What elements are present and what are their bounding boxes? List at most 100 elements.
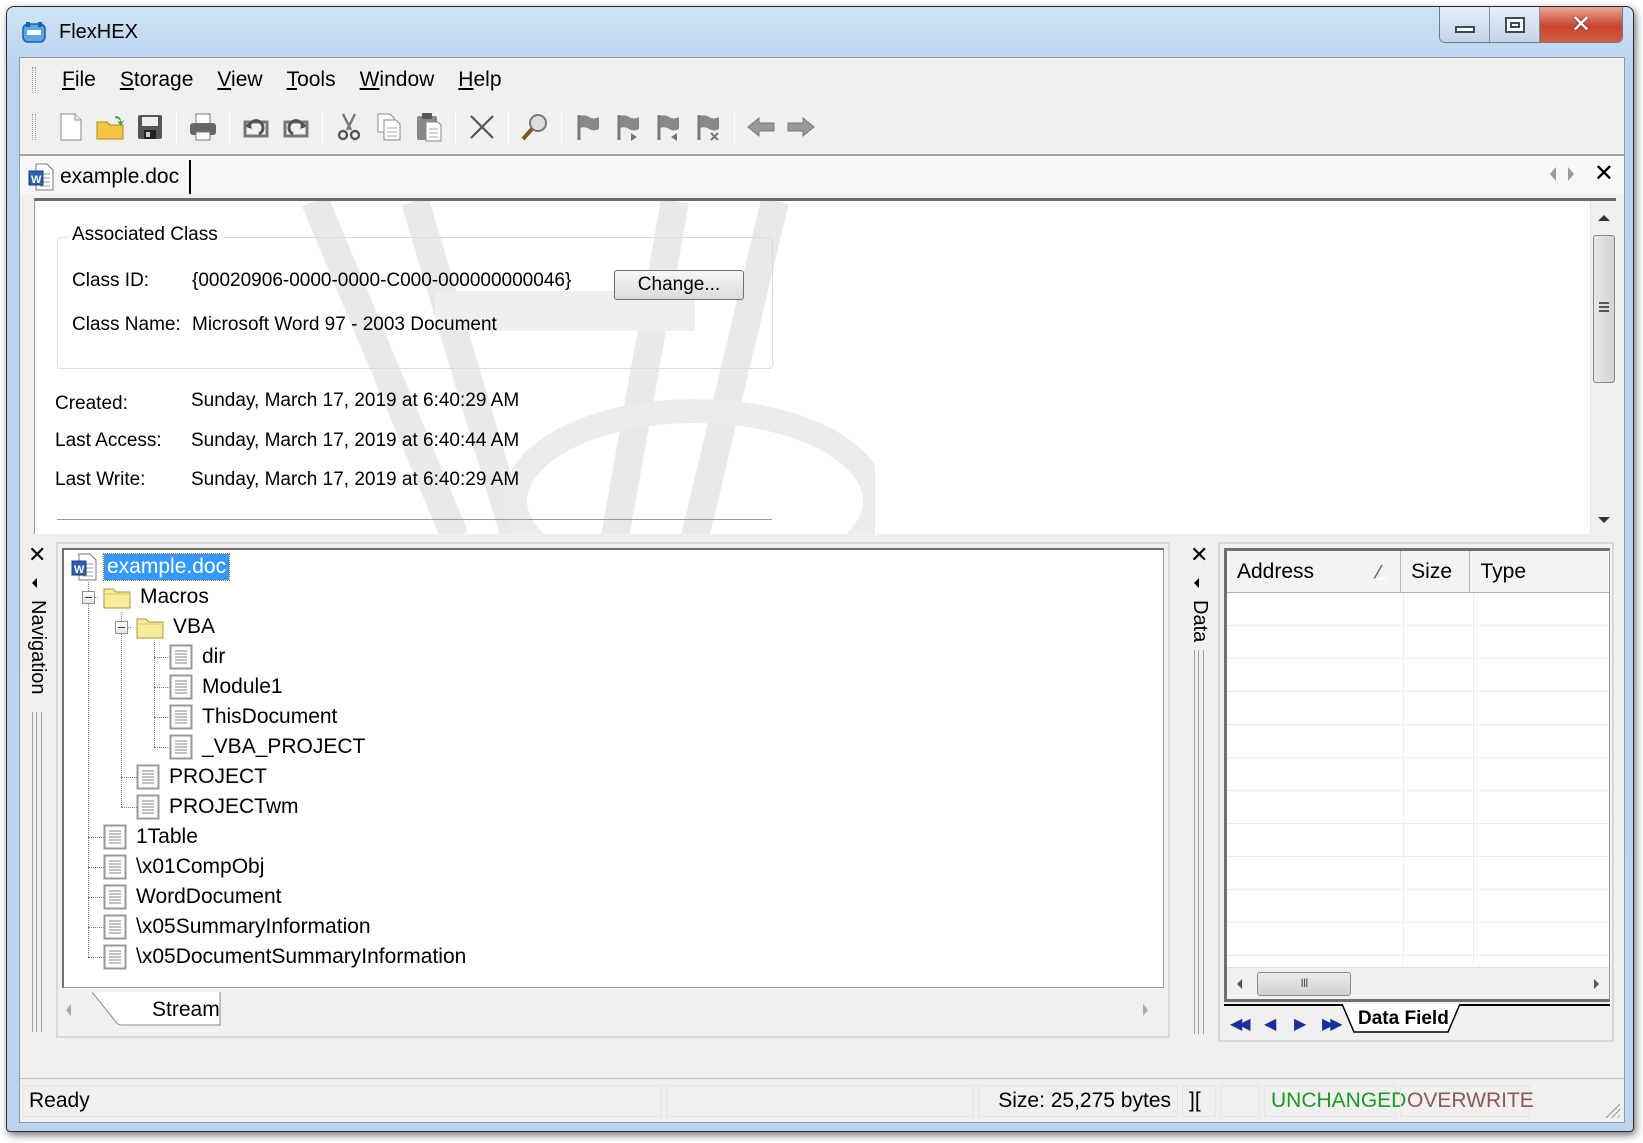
copy-button[interactable] <box>369 107 409 147</box>
tree-item[interactable]: PROJECT <box>136 762 270 792</box>
back-button[interactable] <box>741 107 781 147</box>
collapse-arrow-icon[interactable] <box>32 578 37 588</box>
cut-button[interactable] <box>329 107 369 147</box>
previous-tab-icon[interactable]: ◀ <box>1264 1014 1276 1034</box>
last-tab-icon[interactable]: ▶▶ <box>1322 1014 1343 1034</box>
tab-data-field[interactable]: Data Field <box>1358 1008 1449 1030</box>
panel-splitter[interactable] <box>32 712 42 1032</box>
change-class-button[interactable]: Change... <box>614 270 744 300</box>
menu-file[interactable]: File <box>50 68 108 92</box>
bookmark-prev-icon <box>657 115 679 141</box>
scroll-tabs-right-icon[interactable] <box>1567 167 1574 181</box>
grid-row[interactable] <box>1227 791 1609 824</box>
grid-row[interactable] <box>1227 593 1609 626</box>
tree-item[interactable]: _VBA_PROJECT <box>169 732 368 762</box>
grid-row[interactable] <box>1227 890 1609 923</box>
stream-icon <box>103 944 127 970</box>
storage-tree[interactable]: Wexample.doc Macros VBA dir Module1 ThisDocum… <box>62 548 1164 988</box>
column-header-address[interactable]: Address <box>1227 551 1402 593</box>
minimize-button[interactable] <box>1440 7 1490 42</box>
bookmark-next-button[interactable] <box>608 107 648 147</box>
scroll-left-icon[interactable] <box>1237 979 1242 989</box>
tab-navigation: ✕ <box>1549 162 1614 186</box>
save-button[interactable] <box>130 107 170 147</box>
close-document-button[interactable]: ✕ <box>1594 162 1614 186</box>
tree-item[interactable]: 1Table <box>103 822 201 852</box>
folder-icon <box>103 588 131 609</box>
scroll-tabs-left-icon[interactable] <box>1549 167 1556 181</box>
scroll-down-icon[interactable] <box>1598 517 1610 523</box>
tree-item[interactable]: VBA <box>136 612 218 642</box>
tree-item[interactable]: WordDocument <box>103 882 285 912</box>
status-edit-mode[interactable]: OVERWRITE <box>1400 1085 1534 1117</box>
grid-horizontal-scrollbar[interactable]: III <box>1227 967 1609 999</box>
maximize-button[interactable] <box>1490 7 1540 42</box>
undo-button[interactable] <box>236 107 276 147</box>
next-tab-icon[interactable]: ▶ <box>1294 1014 1306 1034</box>
bookmark-clear-button[interactable] <box>688 107 728 147</box>
grid-row[interactable] <box>1227 824 1609 857</box>
new-file-button[interactable] <box>50 107 90 147</box>
grid-row[interactable] <box>1227 692 1609 725</box>
tree-item[interactable]: Wexample.doc <box>70 552 231 582</box>
grid-row[interactable] <box>1227 626 1609 659</box>
tab-example-doc[interactable]: W example.doc <box>28 160 192 194</box>
close-data-panel-button[interactable]: ✕ <box>1190 544 1208 566</box>
close-navigation-button[interactable]: ✕ <box>28 544 46 566</box>
tree-item[interactable]: PROJECTwm <box>136 792 302 822</box>
tree-item[interactable]: \x05DocumentSummaryInformation <box>103 942 469 972</box>
tree-item[interactable]: Module1 <box>169 672 286 702</box>
menu-view[interactable]: View <box>205 68 274 92</box>
resize-grip-icon[interactable] <box>1602 1100 1620 1118</box>
menu-grip-icon[interactable] <box>32 67 36 93</box>
tab-scroll-right-icon[interactable] <box>1143 1004 1148 1016</box>
redo-button[interactable] <box>276 107 316 147</box>
tree-item[interactable]: Macros <box>103 582 212 612</box>
panel-splitter[interactable] <box>1194 650 1204 1034</box>
tree-item-label: dir <box>202 645 226 668</box>
tab-scroll-left-icon[interactable] <box>66 1004 71 1016</box>
print-button[interactable] <box>183 107 223 147</box>
grid-row[interactable] <box>1227 758 1609 791</box>
bookmark-button[interactable] <box>568 107 608 147</box>
bookmark-prev-button[interactable] <box>648 107 688 147</box>
column-header-type[interactable]: Type <box>1470 551 1609 593</box>
scroll-up-icon[interactable] <box>1598 215 1610 221</box>
menu-label: ools <box>297 68 336 91</box>
tree-item[interactable]: ThisDocument <box>169 702 340 732</box>
toolbar-grip-icon[interactable] <box>32 114 36 140</box>
menu-window[interactable]: Window <box>348 68 447 92</box>
navigation-panel-label: Navigation <box>27 600 49 695</box>
client-area: File Storage View Tools Window Help W example… <box>19 57 1625 1123</box>
collapse-toggle-icon[interactable] <box>115 621 128 634</box>
collapse-arrow-icon[interactable] <box>1194 578 1199 588</box>
collapse-toggle-icon[interactable] <box>82 591 95 604</box>
column-header-size[interactable]: Size <box>1401 551 1471 593</box>
tree-item-label: ThisDocument <box>202 705 338 728</box>
properties-vertical-scrollbar[interactable] <box>1590 201 1616 534</box>
menu-tools[interactable]: Tools <box>275 68 348 92</box>
tree-item[interactable]: \x01CompObj <box>103 852 267 882</box>
scrollbar-thumb[interactable] <box>1593 235 1615 383</box>
tree-item[interactable]: dir <box>169 642 228 672</box>
delete-button[interactable] <box>462 107 502 147</box>
grid-row[interactable] <box>1227 659 1609 692</box>
first-tab-icon[interactable]: ◀◀ <box>1230 1014 1251 1034</box>
open-folder-button[interactable] <box>90 107 130 147</box>
menu-storage[interactable]: Storage <box>108 68 206 92</box>
tree-item[interactable]: \x05SummaryInformation <box>103 912 374 942</box>
scroll-right-icon[interactable] <box>1594 979 1599 989</box>
tab-stream[interactable]: Stream <box>92 992 240 1028</box>
scrollbar-thumb[interactable]: III <box>1257 972 1351 996</box>
toolbar-separator <box>508 110 509 144</box>
close-window-button[interactable]: ✕ <box>1540 7 1622 42</box>
grid-row[interactable] <box>1227 857 1609 890</box>
grid-row[interactable] <box>1227 725 1609 758</box>
menu-help[interactable]: Help <box>446 68 513 92</box>
title-bar[interactable]: FlexHEX ✕ <box>7 7 1633 57</box>
forward-button[interactable] <box>781 107 821 147</box>
grid-row[interactable] <box>1227 923 1609 956</box>
paste-button[interactable] <box>409 107 449 147</box>
find-button[interactable] <box>515 107 555 147</box>
data-field-grid[interactable]: Address Size Type III <box>1224 548 1610 1002</box>
